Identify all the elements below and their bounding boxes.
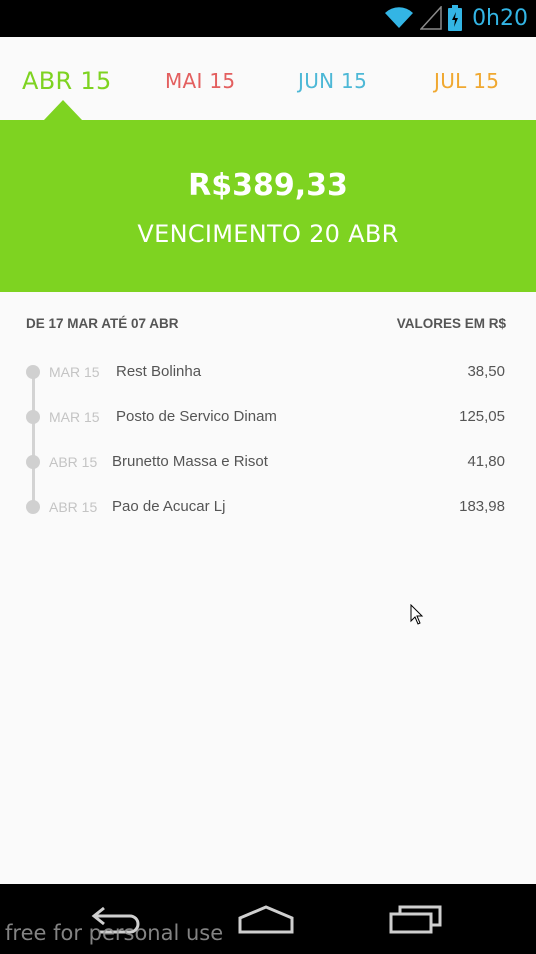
transaction-date: ABR 15 bbox=[49, 499, 98, 515]
invoice-due-date: VENCIMENTO 20 ABR bbox=[137, 220, 399, 248]
transaction-row[interactable]: MAR 15 Posto de Servico Dinam 125,05 bbox=[0, 405, 536, 429]
period-label: DE 17 MAR ATÉ 07 ABR bbox=[26, 316, 179, 331]
month-tabs: ABR 15 MAI 15 JUN 15 JUL 15 bbox=[0, 37, 536, 120]
transaction-row[interactable]: ABR 15 Pao de Acucar Lj 183,98 bbox=[0, 495, 536, 519]
tab-mai-15[interactable]: MAI 15 bbox=[165, 69, 235, 93]
transaction-row[interactable]: ABR 15 Brunetto Massa e Risot 41,80 bbox=[0, 450, 536, 474]
wifi-icon bbox=[385, 7, 414, 29]
invoice-amount: R$389,33 bbox=[188, 168, 348, 203]
timeline-dot bbox=[26, 410, 40, 424]
transaction-description: Brunetto Massa e Risot bbox=[112, 453, 268, 470]
transaction-date: MAR 15 bbox=[49, 409, 100, 425]
clock: 0h20 bbox=[472, 5, 528, 31]
transaction-value: 125,05 bbox=[459, 408, 505, 425]
timeline-dot bbox=[26, 455, 40, 469]
transaction-date: ABR 15 bbox=[49, 454, 98, 470]
transaction-date: MAR 15 bbox=[49, 364, 100, 380]
tab-abr-15[interactable]: ABR 15 bbox=[22, 67, 112, 95]
transaction-value: 38,50 bbox=[467, 363, 505, 380]
transactions-header: DE 17 MAR ATÉ 07 ABR VALORES EM R$ bbox=[26, 316, 506, 336]
recents-icon[interactable] bbox=[388, 900, 444, 936]
signal-icon bbox=[420, 6, 442, 30]
battery-charging-icon bbox=[448, 5, 463, 31]
transaction-value: 41,80 bbox=[467, 453, 505, 470]
tab-jun-15[interactable]: JUN 15 bbox=[298, 69, 367, 93]
active-tab-indicator bbox=[44, 100, 82, 120]
timeline-dot bbox=[26, 500, 40, 514]
status-icons: 0h20 bbox=[384, 4, 528, 32]
timeline-dot bbox=[26, 365, 40, 379]
watermark-text: free for personal use bbox=[5, 921, 224, 945]
mouse-cursor-icon bbox=[410, 604, 424, 625]
timeline-line bbox=[32, 372, 35, 508]
transaction-value: 183,98 bbox=[459, 498, 505, 515]
home-icon[interactable] bbox=[237, 900, 295, 936]
transaction-description: Pao de Acucar Lj bbox=[112, 498, 226, 515]
transaction-row[interactable]: MAR 15 Rest Bolinha 38,50 bbox=[0, 360, 536, 384]
tab-jul-15[interactable]: JUL 15 bbox=[434, 69, 499, 93]
values-currency-label: VALORES EM R$ bbox=[396, 316, 506, 331]
status-bar: 0h20 bbox=[0, 0, 536, 37]
invoice-summary: R$389,33 VENCIMENTO 20 ABR bbox=[0, 120, 536, 292]
transaction-description: Rest Bolinha bbox=[116, 363, 202, 380]
transaction-description: Posto de Servico Dinam bbox=[116, 408, 277, 425]
